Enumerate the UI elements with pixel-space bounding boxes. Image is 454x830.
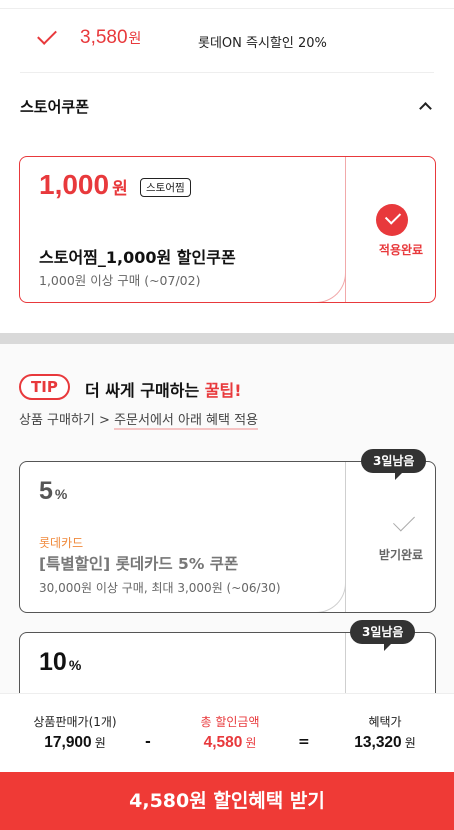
instant-discount-description: 롯데ON 즉시할인 20% [198,36,327,51]
days-left-badge: 3일남음 [350,620,416,651]
coupon-name: [특별할인] 롯데카드 5% 쿠폰 [39,555,239,573]
equals-sign: = [298,734,310,750]
check-icon [37,25,57,45]
coupon-notch [316,273,346,302]
minus-sign: - [145,734,151,750]
coupon-rate: 10% [39,648,82,676]
instant-discount-amount: 3,580원 [80,27,142,48]
final-price-value: 13,320 원 [354,734,416,751]
discount-label: 총 할인금액 [200,715,260,729]
top-divider [0,8,454,9]
coupon-divider [345,157,365,302]
store-coupon-title: 스토어쿠폰 [20,98,90,116]
coupon-amount: 1,000 원 [39,169,128,200]
final-price-label: 혜택가 [368,715,402,729]
discount-value: 4,580 원 [203,734,257,751]
price-summary: 상품판매가(1개) 17,900 원 - 총 할인금액 4,580 원 = 혜택가 … [0,693,454,773]
card-coupon-lotte-5[interactable]: 5% 롯데카드 [특별할인] 롯데카드 5% 쿠폰 30,000원 이상 구매,… [19,461,436,613]
price-value: 17,900 원 [44,734,106,751]
coupon-applied-label: 적용완료 [378,243,424,257]
tip-title: 더 싸게 구매하는 꿀팁! [85,381,242,400]
received-check-icon [393,509,415,532]
section-separator [0,333,454,344]
coupon-sheet: 3,580원 롯데ON 즉시할인 20% 스토어쿠폰 1,000 원 스토어찜 스… [0,0,454,830]
price-column: 상품판매가(1개) 17,900 원 [20,713,130,752]
tip-badge: TIP [19,374,70,400]
get-discount-button[interactable]: 4,580원 할인혜택 받기 [0,772,454,830]
coupon-rate: 5% [39,477,68,505]
divider [20,72,434,73]
coupon-tag: 스토어찜 [140,178,191,197]
applied-check-icon [376,204,408,236]
coupon-condition: 30,000원 이상 구매, 최대 3,000원 (~06/30) [39,581,281,595]
final-price-column: 혜택가 13,320 원 [330,713,440,752]
tip-subtitle: 상품 구매하기 > 주문서에서 아래 혜택 적용 [19,413,259,430]
coupon-divider [345,462,365,612]
coupon-brand: 롯데카드 [39,536,84,550]
coupon-condition: 1,000원 이상 구매 (~07/02) [39,273,201,288]
coupon-received-label: 받기완료 [378,548,424,562]
chevron-up-icon[interactable] [419,102,432,115]
price-label: 상품판매가(1개) [33,715,117,729]
coupon-name: 스토어찜_1,000원 할인쿠폰 [39,248,236,267]
days-left-badge: 3일남음 [361,449,427,480]
store-coupon-card[interactable]: 1,000 원 스토어찜 스토어찜_1,000원 할인쿠폰 1,000원 이상 구… [19,156,436,303]
instant-discount-row[interactable]: 3,580원 롯데ON 즉시할인 20% [0,22,454,58]
discount-column: 총 할인금액 4,580 원 [175,713,285,752]
coupon-notch [316,583,346,612]
